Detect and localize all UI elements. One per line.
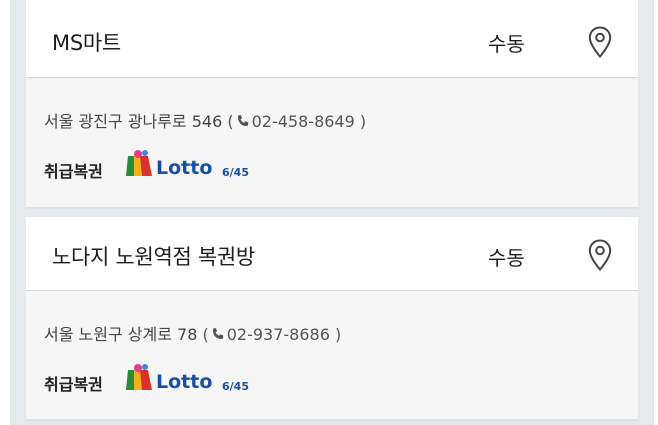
lotto-suffix: 6/45 (222, 380, 249, 393)
paren-open: ( (227, 112, 234, 131)
paren-open: ( (202, 325, 209, 344)
lotto-word: Lotto (156, 157, 212, 179)
lotto-logo: Lotto 6/45 (122, 148, 252, 180)
store-address: 서울 광진구 광나루로 546 (44, 112, 223, 131)
location-pin-icon[interactable] (588, 239, 612, 272)
paren-close: ) (359, 112, 367, 131)
store-card: MS마트 수동 서울 광진구 광나루로 546 (02-458-8649 ) 취… (26, 0, 638, 209)
store-name: 노다지 노원역점 복권방 (52, 245, 255, 269)
store-card-header: 노다지 노원역점 복권방 수동 (26, 217, 638, 291)
lottery-type-label: 취급복권 (44, 162, 103, 181)
store-address: 서울 노원구 상계로 78 (44, 325, 198, 344)
purchase-method: 수동 (488, 246, 525, 270)
lotto-word: Lotto (156, 371, 212, 393)
store-name: MS마트 (52, 31, 121, 55)
location-pin-icon[interactable] (588, 26, 612, 59)
store-card-header: MS마트 수동 (26, 0, 638, 78)
phone-icon (236, 113, 250, 127)
store-address-line: 서울 광진구 광나루로 546 (02-458-8649 ) (44, 108, 366, 132)
store-phone[interactable]: 02-937-8686 (227, 325, 330, 344)
lottery-type-label: 취급복권 (44, 375, 103, 394)
purchase-method: 수동 (488, 32, 525, 56)
store-phone[interactable]: 02-458-8649 (252, 112, 355, 131)
store-address-line: 서울 노원구 상계로 78 (02-937-8686 ) (44, 321, 341, 345)
lotto-suffix: 6/45 (222, 166, 249, 179)
store-card: 노다지 노원역점 복권방 수동 서울 노원구 상계로 78 (02-937-86… (26, 217, 638, 421)
paren-close: ) (335, 325, 342, 344)
phone-icon (211, 326, 225, 340)
lotto-logo: Lotto 6/45 (122, 362, 252, 394)
